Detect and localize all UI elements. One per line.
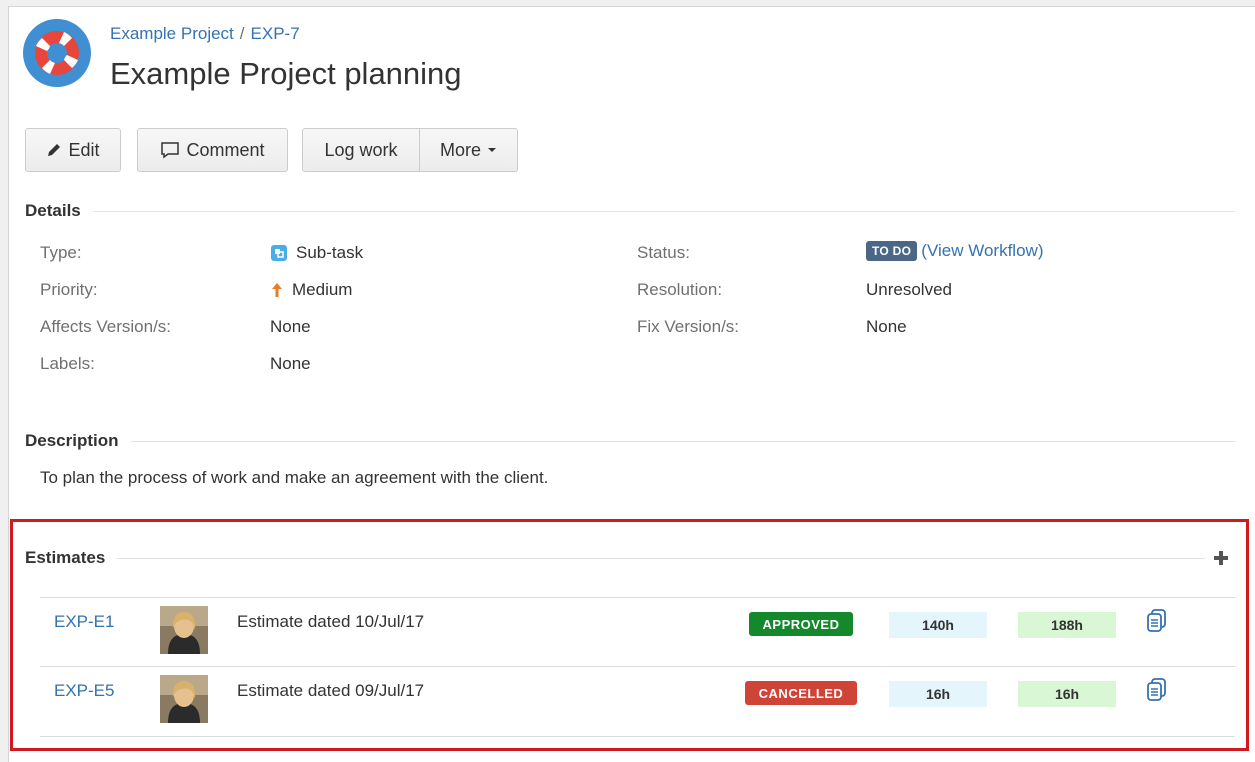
breadcrumb-project-link[interactable]: Example Project [110,24,234,43]
labels-value: None [270,354,311,373]
action-button-group: Log work More [302,128,518,172]
status-value: TO DO (View Workflow) [866,241,1043,261]
estimate-title: Estimate dated 10/Jul/17 [237,612,425,631]
estimate-key-link[interactable]: EXP-E5 [54,681,114,701]
priority-text: Medium [292,280,353,299]
estimates-heading: Estimates [25,548,1205,568]
arrow-up-icon [272,283,282,297]
breadcrumb-separator: / [239,24,245,43]
edit-label: Edit [68,139,100,160]
labels-label: Labels: [40,354,95,373]
status-badge: APPROVED [749,612,853,636]
breadcrumb-issue-link[interactable]: EXP-7 [251,24,300,43]
log-work-button[interactable]: Log work [302,128,420,172]
view-workflow-text: View Workflow [926,241,1038,260]
log-work-label: Log work [324,139,398,160]
affects-version-value: None [270,317,311,336]
estimate-hours-b: 188h [1018,612,1116,638]
priority-label: Priority: [40,280,98,299]
fix-version-value: None [866,317,907,336]
estimate-key-link[interactable]: EXP-E1 [54,612,114,632]
details-heading-text: Details [25,201,81,220]
more-button[interactable]: More [420,128,518,172]
description-heading-text: Description [25,431,119,450]
status-badge: CANCELLED [745,681,857,705]
copy-icon[interactable] [1146,608,1168,634]
avatar [160,606,208,654]
estimate-hours-b: 16h [1018,681,1116,707]
add-estimate-plus-icon[interactable] [1212,549,1230,567]
view-workflow-link[interactable]: (View Workflow) [921,241,1043,261]
status-label: Status: [637,243,690,262]
type-text: Sub-task [296,243,364,262]
breadcrumb: Example Project / EXP-7 [110,24,300,44]
status-badge: TO DO [866,241,918,261]
lifebuoy-icon [23,19,91,87]
comment-label: Comment [186,139,265,160]
estimate-hours-a: 16h [889,681,987,707]
more-label: More [439,139,481,160]
comment-icon [161,142,180,159]
avatar [160,675,208,723]
resolution-value: Unresolved [866,280,952,299]
estimate-hours-a: 140h [889,612,987,638]
subtask-icon [271,245,287,261]
estimate-title: Estimate dated 09/Jul/17 [237,681,425,700]
description-text: To plan the process of work and make an … [40,468,549,487]
divider [117,557,1205,559]
copy-icon[interactable] [1146,677,1168,703]
pencil-icon [48,144,61,156]
estimates-heading-text: Estimates [25,548,106,567]
divider [130,440,1235,442]
resolution-label: Resolution: [637,280,723,299]
priority-value: Medium [270,280,352,300]
estimate-row: EXP-E5 Estimate dated 09/Jul/17 CANCELLE… [40,666,1235,735]
divider [92,210,1235,212]
affects-version-label: Affects Version/s: [40,317,172,336]
details-heading: Details [25,201,1235,221]
type-label: Type: [40,243,82,262]
divider [40,736,1235,737]
type-value: Sub-task [270,243,363,263]
edit-button[interactable]: Edit [25,128,121,172]
description-heading: Description [25,431,1235,451]
page-title: Example Project planning [110,56,462,91]
comment-button[interactable]: Comment [137,128,288,172]
caret-down-icon [488,148,496,152]
fix-version-label: Fix Version/s: [637,317,740,336]
estimate-row: EXP-E1 Estimate dated 10/Jul/17 APPROVED… [40,597,1235,666]
